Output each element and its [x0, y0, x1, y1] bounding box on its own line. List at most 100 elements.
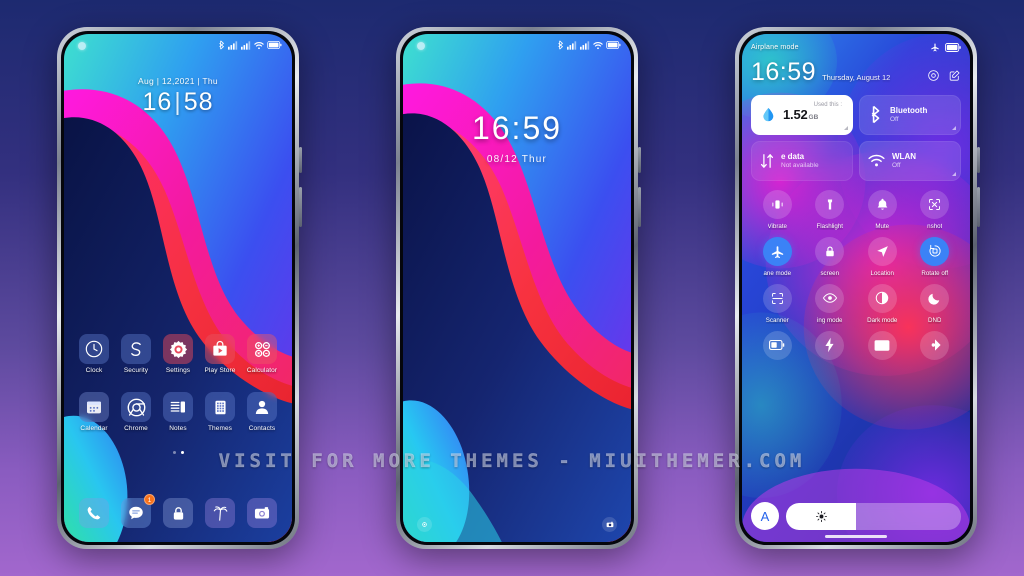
toggle-label: ane mode — [763, 269, 792, 277]
toggle-location[interactable]: Location — [856, 236, 909, 277]
phone-home: Aug | 12,2021 | Thu 16|58 Clock Security… — [57, 27, 302, 549]
airplane-mode-label: Airplane mode — [751, 43, 799, 51]
message-icon: 1 — [121, 494, 155, 528]
power-button[interactable] — [299, 147, 302, 173]
dock-messages[interactable]: 1 — [115, 494, 157, 528]
lock-icon — [815, 236, 845, 266]
toggle-flashlight[interactable]: Flashlight — [804, 189, 857, 230]
toggle-scanner[interactable]: Scanner — [751, 283, 804, 324]
tile-expand-corner[interactable] — [952, 125, 956, 130]
dock-camera[interactable] — [241, 498, 283, 528]
wlan-tile[interactable]: WLAN Off — [859, 140, 961, 181]
app-chrome[interactable]: Chrome — [115, 392, 157, 432]
dock-gallery[interactable] — [199, 498, 241, 528]
auto-brightness-button[interactable]: A — [751, 502, 779, 530]
toggle-sync[interactable] — [909, 330, 962, 364]
home-clock-widget[interactable]: Aug | 12,2021 | Thu 16|58 — [64, 76, 292, 117]
app-calendar[interactable]: Calendar — [73, 392, 115, 432]
airplane-icon — [762, 236, 792, 266]
brightness-slider[interactable] — [786, 502, 961, 530]
phone-lock: 16:59 08/12 Thur — [396, 27, 641, 549]
brightness-slider-fill — [786, 502, 856, 530]
mobile-data-tile[interactable]: e data Not available — [751, 140, 853, 181]
toggle-vibrate[interactable]: Vibrate — [751, 189, 804, 230]
home-indicator[interactable] — [825, 535, 887, 538]
moon-icon — [920, 283, 950, 313]
phone-control-center: Airplane mode 16:59 Thursday, August 12 — [735, 27, 980, 549]
clock-icon — [79, 334, 109, 364]
toggle-label: Rotate off — [921, 269, 949, 277]
eye-icon — [815, 283, 845, 313]
data-usage-value: 1.52 — [783, 107, 808, 123]
camera-shortcut[interactable] — [602, 517, 617, 532]
app-settings[interactable]: Settings — [157, 334, 199, 374]
battery-saver-icon — [762, 330, 792, 360]
volume-button[interactable] — [638, 187, 641, 227]
data-usage-caption: Used this : — [813, 101, 842, 108]
data-usage-unit: GB — [808, 114, 819, 122]
toggle-airplane-mode[interactable]: ane mode — [751, 236, 804, 277]
app-label: Play Store — [204, 367, 236, 374]
toggle-lightning[interactable] — [804, 330, 857, 364]
toggle-label: Dark mode — [867, 316, 898, 324]
app-play-store[interactable]: Play Store — [199, 334, 241, 374]
toggle-rotate[interactable]: Rotate off — [909, 236, 962, 277]
app-label: Themes — [207, 425, 233, 432]
power-button[interactable] — [977, 147, 980, 173]
app-label: Notes — [169, 425, 187, 432]
mobile-data-icon — [760, 153, 774, 168]
toggle-lock-screen[interactable]: screen — [804, 236, 857, 277]
toggle-label: Mute — [875, 222, 890, 230]
volume-button[interactable] — [299, 187, 302, 227]
app-grid-row-2: Calendar Chrome Notes Themes Contacts — [73, 392, 283, 432]
themes-icon — [205, 392, 235, 422]
location-icon — [867, 236, 897, 266]
play-store-icon — [205, 334, 235, 364]
lock-clock: 16:59 08/12 Thur — [403, 110, 631, 165]
dock-phone[interactable] — [73, 498, 115, 528]
toggle-label: Vibrate — [767, 222, 788, 230]
page-dot-active[interactable] — [180, 451, 184, 454]
toggle-dark-mode[interactable]: Dark mode — [856, 283, 909, 324]
power-button[interactable] — [638, 147, 641, 173]
tile-expand-corner[interactable] — [952, 171, 956, 176]
app-grid-row-1: Clock Security Settings Play Store Calcu… — [73, 334, 283, 374]
tile-expand-corner[interactable] — [844, 125, 848, 130]
dock-lock[interactable] — [157, 498, 199, 528]
clock-separator: | — [174, 88, 182, 116]
toggle-label: DND — [928, 316, 942, 324]
notes-icon — [163, 392, 193, 422]
dock: 1 — [73, 494, 283, 528]
toggle-reading-mode[interactable]: ing mode — [804, 283, 857, 324]
lock-shortcuts — [403, 517, 631, 532]
toggle-label: screen — [820, 269, 840, 277]
app-label: Calculator — [246, 367, 278, 374]
toggle-dnd[interactable]: DND — [909, 283, 962, 324]
bluetooth-tile[interactable]: Bluetooth Off — [859, 94, 961, 135]
lock-screen: 16:59 08/12 Thur — [403, 34, 631, 542]
app-themes[interactable]: Themes — [199, 392, 241, 432]
page-indicator — [64, 451, 292, 454]
app-contacts[interactable]: Contacts — [241, 392, 283, 432]
bluetooth-title: Bluetooth — [890, 106, 928, 116]
toggle-screenshot[interactable]: nshot — [909, 189, 962, 230]
volume-button[interactable] — [977, 187, 980, 227]
toggle-battery-saver[interactable] — [751, 330, 804, 364]
edit-icon — [949, 70, 960, 81]
app-calculator[interactable]: Calculator — [241, 334, 283, 374]
toggle-mute[interactable]: Mute — [856, 189, 909, 230]
airplane-icon — [931, 43, 939, 52]
settings-icon — [928, 69, 939, 81]
page-dot[interactable] — [172, 451, 176, 454]
home-screen: Aug | 12,2021 | Thu 16|58 Clock Security… — [64, 34, 292, 542]
app-security[interactable]: Security — [115, 334, 157, 374]
control-center-statusbar: Airplane mode — [751, 42, 961, 52]
app-notes[interactable]: Notes — [157, 392, 199, 432]
vibrate-icon — [762, 189, 792, 219]
data-usage-tile[interactable]: Used this : 1.52 GB — [751, 94, 853, 135]
signal-icon — [241, 40, 251, 50]
bell-icon — [867, 189, 897, 219]
app-clock[interactable]: Clock — [73, 334, 115, 374]
toggle-cast[interactable] — [856, 330, 909, 364]
flashlight-shortcut[interactable] — [417, 517, 432, 532]
